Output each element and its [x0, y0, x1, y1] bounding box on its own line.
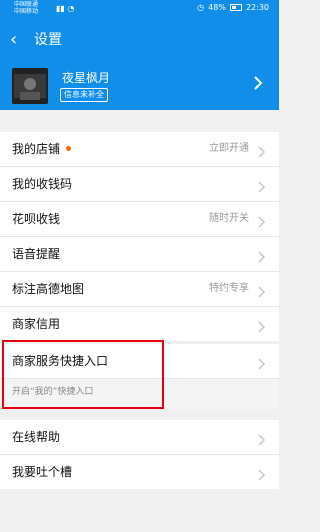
chevron-right-icon	[258, 248, 266, 267]
menu-item-online-help[interactable]: 在线帮助	[0, 420, 279, 455]
avatar[interactable]	[12, 68, 48, 104]
chevron-right-icon	[258, 431, 266, 450]
menu-item-huabei[interactable]: 花呗收钱 随时开关	[0, 202, 279, 237]
notification-dot	[66, 146, 71, 151]
user-name: 夜星枫月	[62, 71, 111, 85]
chevron-right-icon	[258, 178, 266, 197]
chevron-right-icon	[258, 283, 266, 302]
menu-item-value: 特约专享	[209, 283, 249, 294]
chevron-right-icon	[258, 143, 266, 162]
menu-item-amap[interactable]: 标注高德地图 特约专享	[0, 272, 279, 307]
menu-item-label: 语音提醒	[12, 247, 61, 261]
status-right: ◷ 48% 22:30	[197, 3, 269, 12]
menu-item-label: 在线帮助	[12, 430, 61, 444]
carrier-info: 中国联通 中国移动	[14, 1, 38, 15]
header: 中国联通 中国移动 ▮▮ ◔ ◷ 48% 22:30 ‹ 设置 夜星枫月 信息未…	[0, 0, 279, 110]
menu-item-my-qr-code[interactable]: 我的收钱码	[0, 167, 279, 202]
back-icon[interactable]: ‹	[10, 31, 17, 49]
menu-item-value: 随时开关	[209, 213, 249, 224]
battery-icon	[229, 4, 242, 11]
profile-status-badge: 信息未补全	[60, 88, 108, 102]
highlight-box	[2, 340, 164, 409]
chevron-right-icon	[258, 213, 266, 232]
nav-bar: ‹ 设置	[0, 28, 279, 52]
menu-item-feedback[interactable]: 我要吐个槽	[0, 455, 279, 489]
clock: 22:30	[245, 3, 269, 12]
menu-item-label: 商家信用	[12, 317, 61, 331]
page-title: 设置	[34, 32, 62, 48]
chevron-right-icon	[258, 466, 266, 485]
chevron-right-icon	[258, 355, 266, 374]
settings-group-1: 我的店铺 立即开通 我的收钱码 花呗收钱 随时开关 语音提醒 标注高德地图 特约…	[0, 132, 279, 341]
status-bar: 中国联通 中国移动 ▮▮ ◔ ◷ 48% 22:30	[0, 0, 279, 18]
profile-chevron-icon[interactable]	[253, 75, 263, 95]
menu-item-label: 标注高德地图	[12, 282, 85, 296]
menu-item-my-store[interactable]: 我的店铺 立即开通	[0, 132, 279, 167]
chevron-right-icon	[258, 318, 266, 337]
menu-item-label: 花呗收钱	[12, 212, 61, 226]
menu-item-label: 我要吐个槽	[12, 465, 73, 479]
carrier-2: 中国移动	[14, 8, 39, 15]
battery-percent: 48%	[208, 3, 226, 12]
menu-item-label: 我的收钱码	[12, 177, 73, 191]
menu-item-label: 我的店铺	[12, 142, 61, 156]
menu-item-merchant-credit[interactable]: 商家信用	[0, 307, 279, 341]
alarm-icon: ◷	[197, 3, 205, 12]
menu-item-voice-alert[interactable]: 语音提醒	[0, 237, 279, 272]
signal-wifi-icons: ▮▮ ◔	[56, 4, 75, 13]
menu-item-value: 立即开通	[209, 143, 249, 154]
carrier-1: 中国联通	[14, 1, 39, 8]
settings-group-3: 在线帮助 我要吐个槽	[0, 420, 279, 489]
